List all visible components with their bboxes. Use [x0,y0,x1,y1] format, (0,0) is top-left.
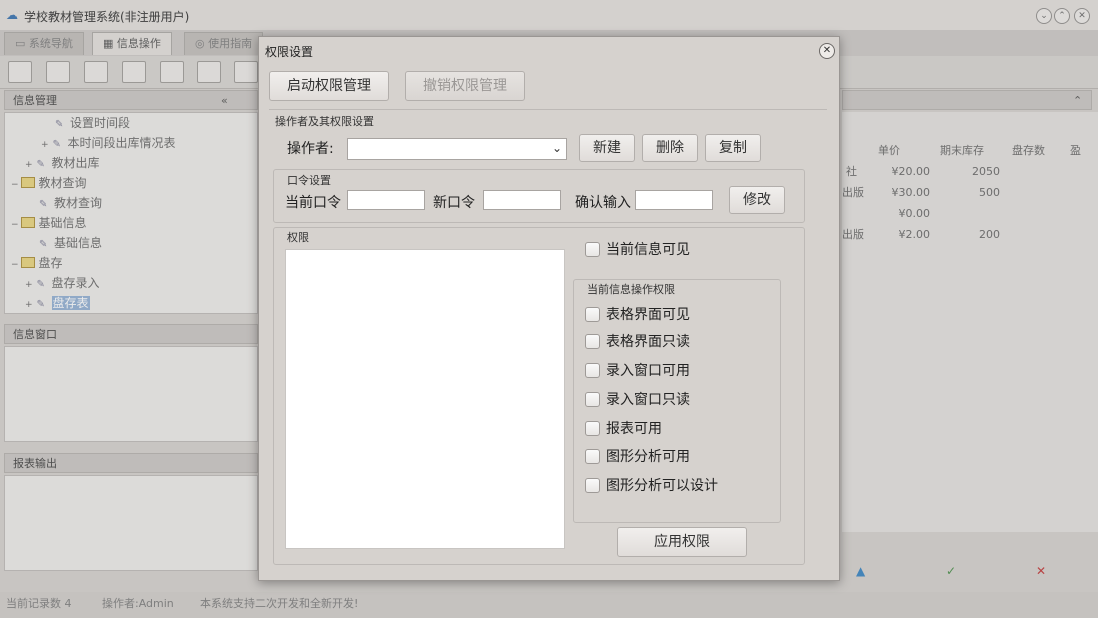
current-ops-group-label: 当前信息操作权限 [587,283,675,296]
checkbox-box[interactable] [585,449,600,464]
dialog-title: 权限设置 [265,45,314,59]
apply-permission-button[interactable]: 应用权限 [617,527,747,557]
checkbox-box[interactable] [585,478,600,493]
start-permission-button[interactable]: 启动权限管理 [269,71,389,101]
current-info-visible-checkbox[interactable]: 当前信息可见 [585,240,690,260]
permission-checkbox[interactable]: 录入窗口可用 [585,361,690,381]
confirm-password-input[interactable] [635,190,713,210]
checkbox-box[interactable] [585,363,600,378]
current-password-input[interactable] [347,190,425,210]
checkbox-box[interactable] [585,307,600,322]
permission-list[interactable] [285,249,565,549]
permission-checkbox[interactable]: 图形分析可用 [585,447,690,467]
revoke-permission-button[interactable]: 撤销权限管理 [405,71,525,101]
copy-button[interactable]: 复制 [705,134,761,162]
checkbox-box[interactable] [585,421,600,436]
permission-checkbox[interactable]: 报表可用 [585,419,662,439]
new-password-input[interactable] [483,190,561,210]
new-button[interactable]: 新建 [579,134,635,162]
permission-checkbox[interactable]: 录入窗口只读 [585,390,690,410]
password-group-label: 口令设置 [287,174,331,187]
operator-select[interactable]: ⌄ [347,138,567,160]
confirm-password-label: 确认输入 [575,195,631,211]
operator-label: 操作者: [287,141,334,157]
permission-group-label: 权限 [287,231,309,244]
operator-group-label: 操作者及其权限设置 [275,115,374,128]
delete-button[interactable]: 删除 [642,134,698,162]
chevron-down-icon[interactable]: ⌄ [552,141,562,155]
close-icon[interactable]: ✕ [819,43,835,59]
permission-checkbox[interactable]: 图形分析可以设计 [585,476,718,496]
checkbox-box[interactable] [585,392,600,407]
modify-button[interactable]: 修改 [729,186,785,214]
permission-dialog: 权限设置 ✕ 启动权限管理 撤销权限管理 操作者及其权限设置 操作者: ⌄ 新建… [258,36,840,581]
permission-checkbox[interactable]: 表格界面可见 [585,305,690,325]
checkbox-box[interactable] [585,242,600,257]
new-password-label: 新口令 [433,195,475,211]
operator-value [348,142,352,156]
checkbox-box[interactable] [585,334,600,349]
permission-checkbox[interactable]: 表格界面只读 [585,332,690,352]
current-password-label: 当前口令 [285,195,341,211]
divider [269,109,827,110]
